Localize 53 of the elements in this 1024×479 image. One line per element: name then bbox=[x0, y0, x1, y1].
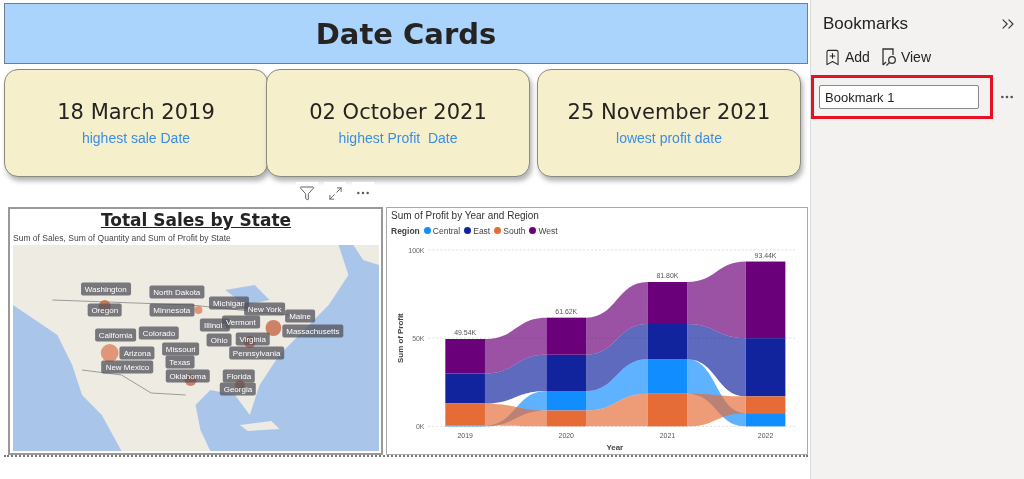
card-value: 02 October 2021 bbox=[309, 100, 487, 124]
y-axis-title: Sum of Profit bbox=[395, 313, 405, 363]
state-label: Georgia bbox=[219, 382, 257, 396]
chart-bar bbox=[546, 410, 587, 427]
add-button[interactable]: Add bbox=[823, 47, 870, 67]
legend-label: West bbox=[538, 225, 558, 236]
legend-label: Central bbox=[432, 225, 461, 236]
chart-title: Sum of Profit by Year and Region bbox=[391, 209, 540, 223]
chart-bar bbox=[647, 359, 688, 394]
state-label: North Dakota bbox=[149, 285, 205, 299]
state-label: Texas bbox=[165, 355, 195, 369]
state-label: Oregon bbox=[87, 303, 123, 317]
legend-title: Region bbox=[391, 225, 420, 236]
state-label: Pennsylvania bbox=[228, 346, 285, 360]
map-title: Total Sales by State bbox=[99, 209, 293, 231]
legend-label: South bbox=[503, 225, 526, 236]
state-label: Missouri bbox=[161, 342, 200, 356]
state-label: New Mexico bbox=[101, 360, 154, 374]
pane-title: Bookmarks bbox=[823, 14, 909, 34]
chart-ribbon bbox=[586, 323, 648, 391]
chart-bar bbox=[647, 281, 688, 324]
state-label: Colorado bbox=[138, 326, 180, 340]
state-label: Virginia bbox=[235, 332, 270, 346]
state-label: Maine bbox=[285, 309, 315, 323]
state-label: Florida bbox=[222, 369, 256, 383]
chart-ribbon bbox=[484, 317, 547, 374]
card-value: 18 March 2019 bbox=[57, 100, 215, 124]
state-label: California bbox=[94, 328, 137, 342]
state-label: Massachusetts bbox=[282, 324, 344, 338]
state-label: Minnesota bbox=[149, 303, 195, 317]
card-label: highest sale Date bbox=[81, 130, 191, 146]
state-label: Oklahoma bbox=[165, 369, 210, 383]
chart-bar bbox=[445, 338, 485, 374]
card-label: highest Profit Date bbox=[338, 130, 458, 146]
view-button[interactable]: View bbox=[879, 47, 931, 67]
bookmark-search-icon bbox=[879, 47, 898, 67]
bookmark-name-field[interactable]: Bookmark 1 bbox=[819, 85, 979, 109]
card-value: 25 November 2021 bbox=[567, 100, 771, 124]
bookmark-plus-icon bbox=[823, 47, 842, 67]
chart-bar bbox=[647, 393, 688, 427]
state-label: Arizona bbox=[119, 346, 155, 360]
card-label: lowest profit date bbox=[616, 130, 722, 146]
chart-bar bbox=[647, 323, 688, 360]
chart-bar bbox=[546, 317, 587, 355]
state-label: Washington bbox=[80, 282, 131, 296]
chart-bar bbox=[745, 413, 786, 427]
page-title: Date Cards bbox=[315, 16, 497, 51]
state-label: Ohio bbox=[206, 333, 232, 347]
x-axis-title: Year bbox=[606, 443, 624, 453]
chart-bar bbox=[445, 373, 485, 404]
state-label: New York bbox=[243, 302, 286, 316]
map-subtitle: Sum of Sales, Sum of Quantity and Sum of Profit by State bbox=[13, 232, 232, 245]
legend-label: East bbox=[473, 225, 491, 236]
